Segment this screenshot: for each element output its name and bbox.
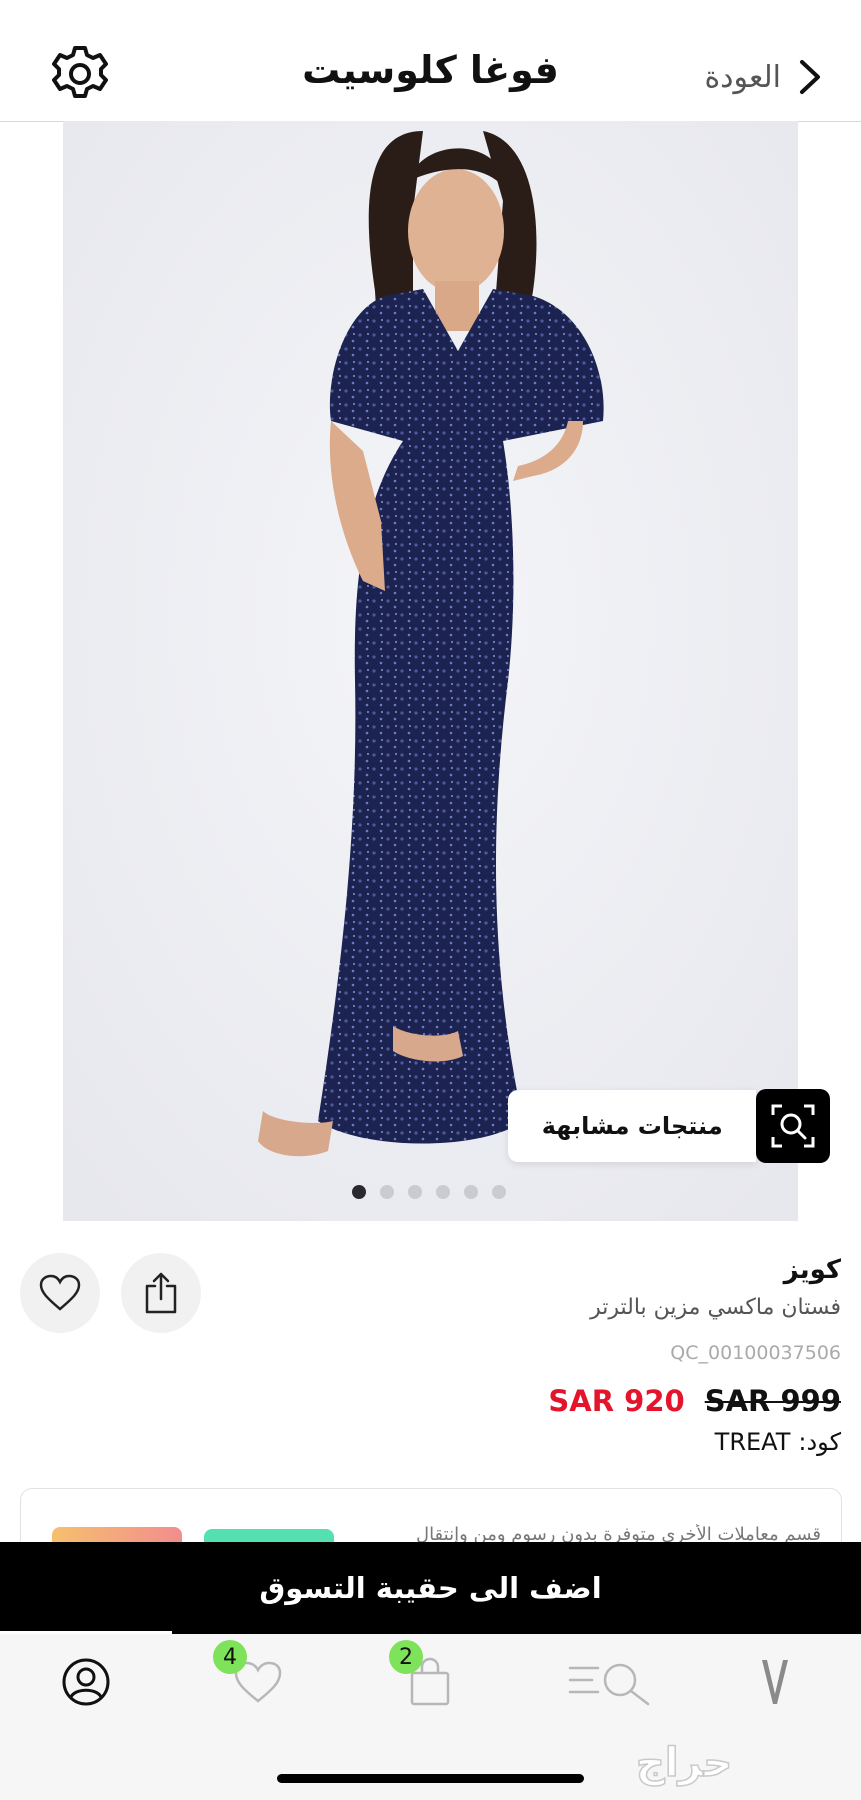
product-image[interactable] [63,121,798,1221]
gallery-dot[interactable] [380,1185,394,1199]
bag-count-badge: 2 [389,1640,423,1674]
product-sku: QC_00100037506 [670,1342,841,1364]
similar-products-label: منتجات مشابهة [508,1090,757,1162]
wishlist-button[interactable] [20,1253,100,1333]
search-menu-icon [568,1663,650,1706]
promo-code-label: كود: [798,1428,841,1456]
similar-products-button[interactable]: منتجات مشابهة [508,1089,830,1163]
installment-text: قسم معاملات الأخرى متوفرة بدون رسوم ومن … [415,1524,821,1542]
gallery-dot[interactable] [464,1185,478,1199]
watermark: حراج [635,1739,733,1787]
home-indicator [277,1774,584,1783]
brand-logo-icon[interactable] [735,1642,815,1722]
gallery-dot[interactable] [352,1185,366,1199]
gallery-dot[interactable] [436,1185,450,1199]
promo-code-value: TREAT [714,1428,791,1456]
original-price: SAR 999 [704,1384,841,1418]
back-label: العودة [704,59,781,95]
gallery-dot[interactable] [408,1185,422,1199]
chevron-back-icon [800,60,820,94]
share-button[interactable] [121,1253,201,1333]
gallery-dot[interactable] [492,1185,506,1199]
promo-code: كود: TREAT [715,1428,841,1456]
nav-search-menu[interactable] [556,1642,666,1722]
product-brand: كويز [783,1255,841,1285]
wishlist-count-badge: 4 [213,1640,247,1674]
share-icon [145,1272,177,1314]
heart-icon [39,1274,81,1311]
back-button[interactable]: العودة [704,52,821,102]
product-name: فستان ماكسي مزين بالترتر [590,1295,841,1320]
visual-search-icon [756,1089,830,1163]
add-to-bag-button[interactable]: اضف الى حقيبة التسوق [0,1542,861,1634]
profile-icon [62,1658,110,1706]
sale-price: SAR 920 [548,1384,685,1418]
price-row: SAR 920 SAR 999 [548,1384,841,1418]
gallery-pagination [352,1185,506,1199]
nav-profile[interactable] [46,1642,126,1722]
